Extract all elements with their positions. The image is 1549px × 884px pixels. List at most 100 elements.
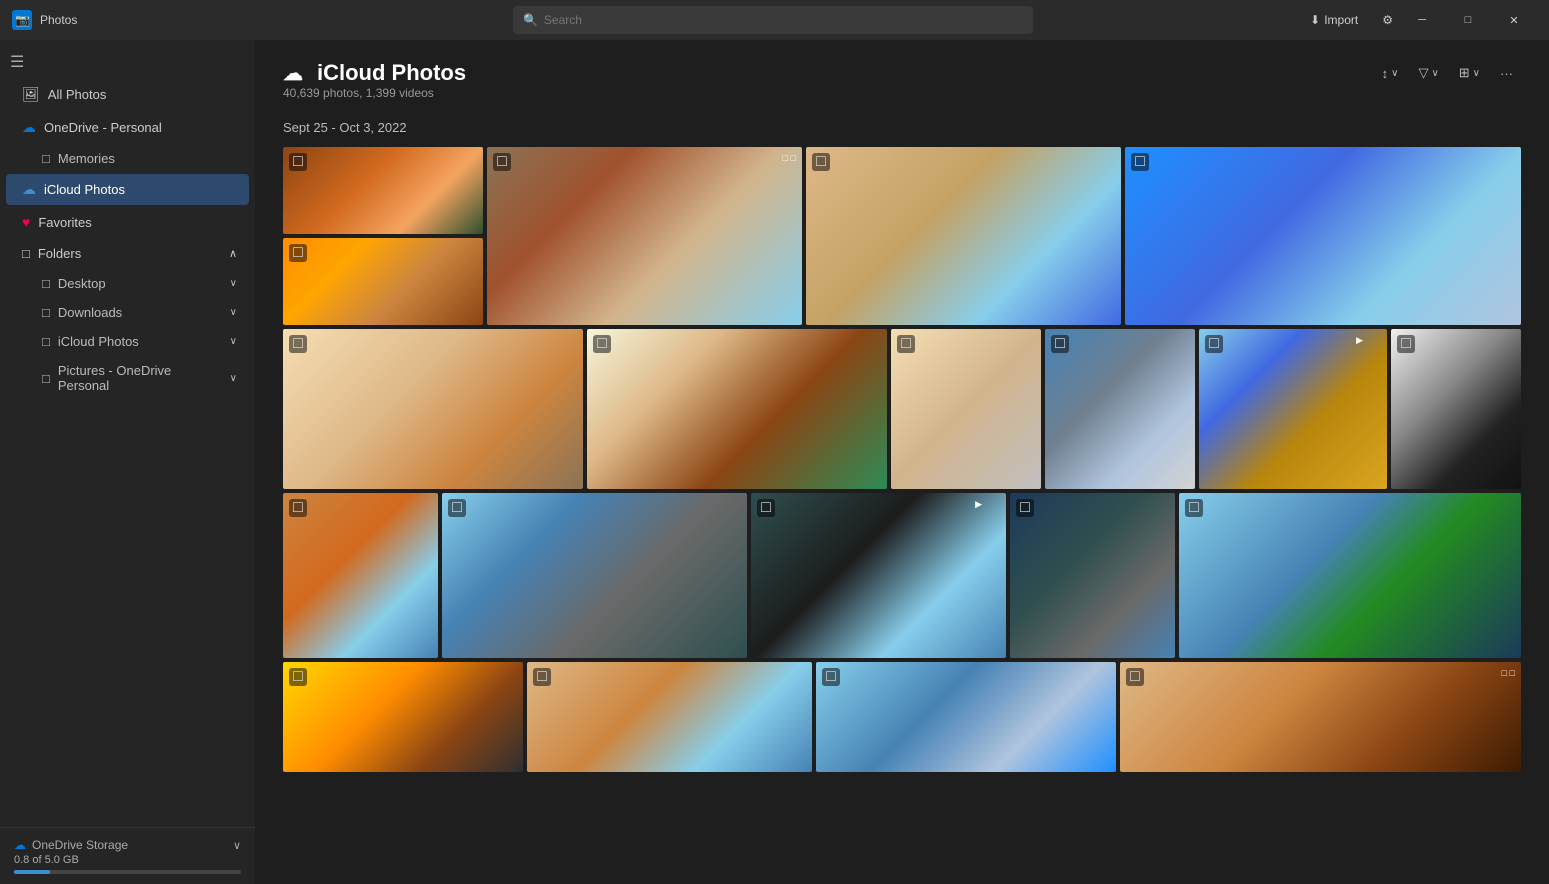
photo-thumb[interactable]: □ xyxy=(587,329,887,489)
photo-thumb[interactable]: □ □ □ xyxy=(1120,662,1521,772)
storage-bar-background xyxy=(14,870,241,874)
photo-row-2: □ □ □ □ □ ▶ □ xyxy=(283,329,1521,489)
photo-thumb[interactable]: □ xyxy=(806,147,1121,325)
icloud-nav-icon: ☁ xyxy=(22,181,36,198)
folders-section-header[interactable]: □ Folders ∧ xyxy=(6,239,249,268)
icloud-title-icon: ☁ xyxy=(283,61,307,85)
photo-thumb[interactable]: □ xyxy=(283,238,483,325)
folder-section-icon: □ xyxy=(22,246,30,261)
sort-button[interactable]: ↕ ∨ xyxy=(1374,61,1407,86)
photo-checkbox[interactable]: □ xyxy=(289,244,307,262)
photo-checkbox[interactable]: □ xyxy=(812,153,830,171)
photo-thumb[interactable]: □ xyxy=(1010,493,1175,658)
photo-checkbox[interactable]: □ xyxy=(289,335,307,353)
photo-checkbox[interactable]: □ xyxy=(1205,335,1223,353)
photo-thumb[interactable]: □ xyxy=(527,662,812,772)
more-options-button[interactable]: ··· xyxy=(1492,61,1521,86)
content-subtitle: 40,639 photos, 1,399 videos xyxy=(283,86,466,100)
folder-downloads-icon: □ xyxy=(42,305,50,320)
sort-icon: ↕ xyxy=(1382,66,1389,81)
folder-pictures-icon: □ xyxy=(42,371,50,386)
search-bar[interactable]: 🔍 xyxy=(513,6,1033,34)
content-header: ☁ iCloud Photos 40,639 photos, 1,399 vid… xyxy=(283,60,1521,114)
photo-row-1: □ □ □ □ □ □ □ xyxy=(283,147,1521,325)
photo-checkbox[interactable]: □ xyxy=(1126,668,1144,686)
app-body: ☰ 🖼 All Photos ☁ OneDrive - Personal □ M… xyxy=(0,40,1549,884)
photo-checkbox[interactable]: □ xyxy=(897,335,915,353)
folder-desktop-chevron: ∨ xyxy=(230,278,237,289)
minimize-button[interactable]: ─ xyxy=(1399,0,1445,40)
svg-text:📷: 📷 xyxy=(15,13,30,27)
sidebar-item-onedrive[interactable]: ☁ OneDrive - Personal xyxy=(6,112,249,143)
titlebar: 📷 Photos 🔍 ⬇ Import ⚙ ─ □ ✕ xyxy=(0,0,1549,40)
photo-checkbox[interactable]: □ xyxy=(1131,153,1149,171)
folder-pictures-chevron: ∨ xyxy=(230,373,237,384)
sidebar-item-memories[interactable]: □ Memories xyxy=(6,145,249,172)
photo-thumb[interactable]: □ xyxy=(816,662,1116,772)
sidebar-item-all-photos[interactable]: 🖼 All Photos xyxy=(6,79,249,110)
search-input[interactable] xyxy=(544,13,1023,27)
photo-video-badge: □ □ xyxy=(783,153,796,163)
date-range-label: Sept 25 - Oct 3, 2022 xyxy=(283,120,1521,135)
folder-desktop-icon: □ xyxy=(42,276,50,291)
settings-button[interactable]: ⚙ xyxy=(1376,9,1399,31)
titlebar-actions: ⬇ Import ⚙ xyxy=(1304,9,1399,31)
video-icon: ▶ xyxy=(975,499,982,510)
heart-icon: ♥ xyxy=(22,214,30,230)
photo-checkbox[interactable]: □ xyxy=(1016,499,1034,517)
photo-thumb[interactable]: □ xyxy=(1179,493,1521,658)
photo-thumb[interactable]: □ xyxy=(442,493,747,658)
photo-checkbox[interactable]: □ xyxy=(533,668,551,686)
photo-checkbox[interactable]: □ xyxy=(448,499,466,517)
photo-thumb[interactable]: □ xyxy=(891,329,1041,489)
photo-thumb[interactable]: □ xyxy=(283,662,523,772)
photo-checkbox[interactable]: □ xyxy=(1051,335,1069,353)
video-icon: ▶ xyxy=(1356,335,1363,346)
photo-thumb[interactable]: □ xyxy=(1125,147,1521,325)
sidebar-item-favorites[interactable]: ♥ Favorites xyxy=(6,207,249,237)
gear-icon: ⚙ xyxy=(1382,13,1393,27)
photo-checkbox[interactable]: □ xyxy=(757,499,775,517)
photo-thumb[interactable]: □ xyxy=(283,147,483,234)
photo-thumb[interactable]: □ ▶ xyxy=(1199,329,1387,489)
photo-thumb[interactable]: □ ▶ xyxy=(751,493,1006,658)
storage-chevron-icon[interactable]: ∨ xyxy=(233,839,241,852)
main-content: ☁ iCloud Photos 40,639 photos, 1,399 vid… xyxy=(255,40,1549,884)
photo-checkbox[interactable]: □ xyxy=(822,668,840,686)
storage-label: OneDrive Storage xyxy=(32,838,128,852)
sidebar-item-downloads[interactable]: □ Downloads ∨ xyxy=(6,299,249,326)
filter-chevron-icon: ∨ xyxy=(1431,68,1438,79)
photo-thumb[interactable]: □ xyxy=(283,493,438,658)
photo-thumb[interactable]: □ xyxy=(1391,329,1521,489)
folders-chevron-icon: ∧ xyxy=(229,247,237,260)
close-button[interactable]: ✕ xyxy=(1491,0,1537,40)
storage-bar-fill xyxy=(14,870,50,874)
sidebar-item-desktop[interactable]: □ Desktop ∨ xyxy=(6,270,249,297)
app-logo-icon: 📷 xyxy=(12,10,32,30)
hamburger-button[interactable]: ☰ xyxy=(0,46,255,78)
sidebar-item-pictures-onedrive[interactable]: □ Pictures - OneDrive Personal ∨ xyxy=(6,357,249,399)
maximize-button[interactable]: □ xyxy=(1445,0,1491,40)
photo-checkbox[interactable]: □ xyxy=(289,668,307,686)
sort-chevron-icon: ∨ xyxy=(1391,68,1398,79)
view-button[interactable]: ⊞ ∨ xyxy=(1451,60,1488,86)
photo-row-3: □ □ □ ▶ □ □ xyxy=(283,493,1521,658)
view-icon: ⊞ xyxy=(1459,65,1470,81)
hamburger-icon: ☰ xyxy=(10,54,24,71)
import-button[interactable]: ⬇ Import xyxy=(1304,9,1364,31)
photo-checkbox[interactable]: □ xyxy=(1397,335,1415,353)
sidebar-item-icloud[interactable]: ☁ iCloud Photos xyxy=(6,174,249,205)
photo-checkbox[interactable]: □ xyxy=(289,499,307,517)
photo-checkbox[interactable]: □ xyxy=(289,153,307,171)
photo-thumb[interactable]: □ □ □ xyxy=(487,147,802,325)
sidebar-item-icloud-folder[interactable]: □ iCloud Photos ∨ xyxy=(6,328,249,355)
photo-checkbox[interactable]: □ xyxy=(1185,499,1203,517)
folder-icloud-icon: □ xyxy=(42,334,50,349)
filter-button[interactable]: ▽ ∨ xyxy=(1410,60,1446,86)
photo-thumb[interactable]: □ xyxy=(283,329,583,489)
photo-checkbox[interactable]: □ xyxy=(493,153,511,171)
filter-icon: ▽ xyxy=(1418,65,1428,81)
photo-checkbox[interactable]: □ xyxy=(593,335,611,353)
photo-thumb[interactable]: □ xyxy=(1045,329,1195,489)
content-toolbar: ↕ ∨ ▽ ∨ ⊞ ∨ ··· xyxy=(1374,60,1521,86)
